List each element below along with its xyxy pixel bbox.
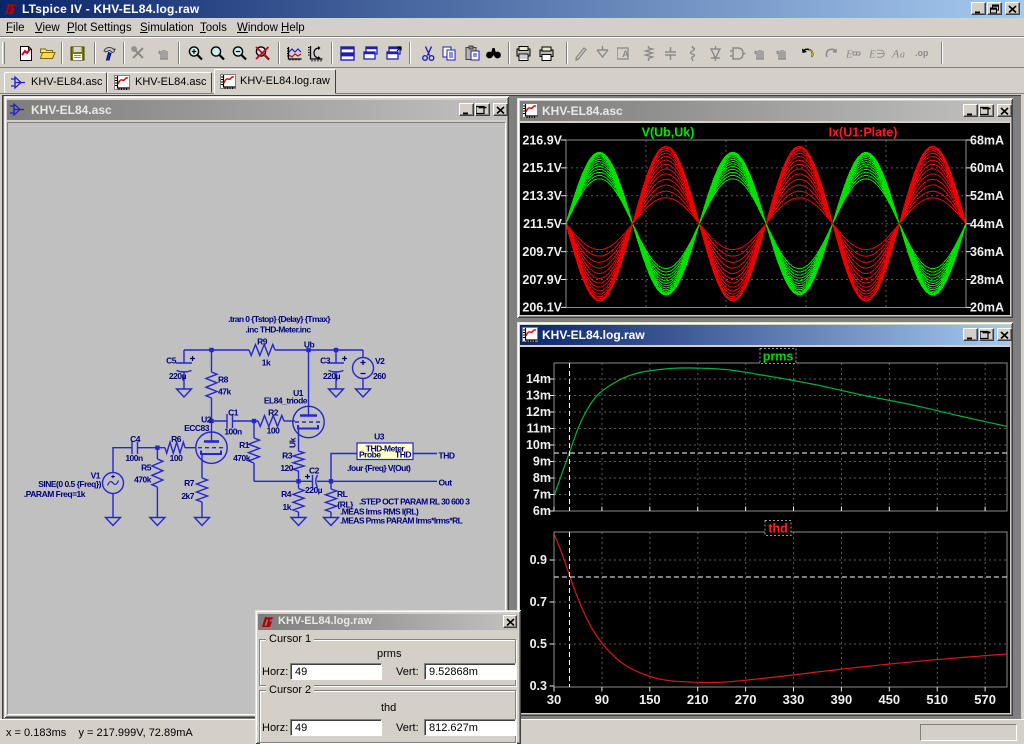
svg-text:R4: R4 xyxy=(281,489,292,499)
svg-text:a: a xyxy=(900,50,905,61)
svg-text:thd: thd xyxy=(768,522,787,536)
svg-text:90: 90 xyxy=(595,692,609,707)
svg-text:prms: prms xyxy=(763,350,794,364)
svg-text:100: 100 xyxy=(267,426,280,436)
svg-text:330: 330 xyxy=(783,692,805,707)
svg-text:215.1V: 215.1V xyxy=(522,161,562,175)
svg-text:C5: C5 xyxy=(166,356,177,366)
svg-text:30: 30 xyxy=(547,692,561,707)
svg-text:C2: C2 xyxy=(309,466,320,476)
svg-text:470k: 470k xyxy=(233,453,251,463)
svg-text:0.9: 0.9 xyxy=(530,553,547,567)
svg-text:1k: 1k xyxy=(262,358,271,368)
svg-text:C3: C3 xyxy=(320,356,331,366)
svg-text:100: 100 xyxy=(170,453,183,463)
svg-text:390: 390 xyxy=(831,692,853,707)
svg-text:.PARAM Freq=1k: .PARAM Freq=1k xyxy=(24,489,86,499)
svg-text:260: 260 xyxy=(373,371,386,381)
svg-text:213.3V: 213.3V xyxy=(522,189,562,203)
svg-text:6m: 6m xyxy=(533,504,551,518)
svg-text:.op: .op xyxy=(915,48,929,58)
svg-text:52mA: 52mA xyxy=(970,189,1004,203)
svg-text:13m: 13m xyxy=(526,389,551,403)
svg-text:209.7V: 209.7V xyxy=(522,245,562,259)
svg-text:1k: 1k xyxy=(283,502,292,512)
svg-text:150: 150 xyxy=(639,692,661,707)
svg-text:0.5: 0.5 xyxy=(530,637,547,651)
svg-text:U3: U3 xyxy=(374,432,385,442)
svg-text:470k: 470k xyxy=(134,475,152,485)
svg-text:10m: 10m xyxy=(526,438,551,452)
svg-text:R1: R1 xyxy=(239,440,250,450)
svg-text:R7: R7 xyxy=(184,478,195,488)
svg-text:210: 210 xyxy=(687,692,709,707)
svg-text:C1: C1 xyxy=(228,408,239,418)
svg-text:.STEP OCT PARAM RL 30 600 3: .STEP OCT PARAM RL 30 600 3 xyxy=(359,497,470,507)
svg-text:120: 120 xyxy=(280,463,293,473)
svg-text:THD: THD xyxy=(439,451,455,461)
svg-text:E: E xyxy=(868,49,876,61)
svg-text:207.9V: 207.9V xyxy=(522,273,562,287)
svg-text:206.1V: 206.1V xyxy=(522,301,562,315)
svg-text:V2: V2 xyxy=(375,356,385,366)
svg-text:100n: 100n xyxy=(224,427,242,437)
svg-text:Ub: Ub xyxy=(304,340,315,350)
svg-text:R2: R2 xyxy=(268,408,279,418)
svg-text:220µ: 220µ xyxy=(323,371,341,381)
svg-text:216.9V: 216.9V xyxy=(522,133,562,147)
svg-text:510: 510 xyxy=(926,692,948,707)
svg-text:14m: 14m xyxy=(526,372,551,386)
svg-text:V(Ub,Uk): V(Ub,Uk) xyxy=(642,126,695,140)
svg-text:SINE(0 0.5 {Freq}): SINE(0 0.5 {Freq}) xyxy=(38,479,101,489)
svg-text:270: 270 xyxy=(735,692,757,707)
svg-text:EL84_triode: EL84_triode xyxy=(264,396,308,406)
svg-text:11m: 11m xyxy=(527,422,551,436)
svg-text:R8: R8 xyxy=(218,375,229,385)
svg-text:7m: 7m xyxy=(533,488,551,502)
svg-text:RL: RL xyxy=(337,489,348,499)
svg-text:60mA: 60mA xyxy=(970,161,1004,175)
svg-text:THD: THD xyxy=(395,450,411,460)
svg-text:Out: Out xyxy=(439,478,453,488)
svg-text:28mA: 28mA xyxy=(970,273,1004,287)
svg-text:E: E xyxy=(845,49,853,61)
svg-text:Probe: Probe xyxy=(359,450,381,460)
svg-text:68mA: 68mA xyxy=(970,133,1004,147)
svg-text:A: A xyxy=(622,49,629,59)
svg-text:R5: R5 xyxy=(141,463,152,473)
svg-text:ECC83: ECC83 xyxy=(184,423,210,433)
svg-text:.four {Freq} V(Out): .four {Freq} V(Out) xyxy=(347,463,411,473)
svg-text:47k: 47k xyxy=(218,387,231,397)
svg-text:9m: 9m xyxy=(533,455,551,469)
svg-text:.tran 0 {Tstop} {Delay} {Tmax}: .tran 0 {Tstop} {Delay} {Tmax} xyxy=(228,314,331,324)
svg-text:100n: 100n xyxy=(125,453,143,463)
svg-text:C4: C4 xyxy=(130,434,141,444)
svg-text:20mA: 20mA xyxy=(970,301,1004,315)
svg-text:∋: ∋ xyxy=(876,49,885,61)
svg-text:.MEAS Prms PARAM Irms*Irms*RL: .MEAS Prms PARAM Irms*Irms*RL xyxy=(340,516,463,526)
svg-text:8m: 8m xyxy=(533,471,551,485)
svg-text:0.7: 0.7 xyxy=(530,595,547,609)
svg-text:12m: 12m xyxy=(526,405,551,419)
svg-text:36mA: 36mA xyxy=(970,245,1004,259)
svg-text:A: A xyxy=(891,47,900,61)
svg-text:R9: R9 xyxy=(257,337,268,347)
svg-text:450: 450 xyxy=(878,692,900,707)
svg-text:R6: R6 xyxy=(171,434,182,444)
svg-text:Uk: Uk xyxy=(288,437,298,448)
svg-text:0.3: 0.3 xyxy=(530,679,547,693)
svg-text:44mA: 44mA xyxy=(970,217,1004,231)
svg-text:220µ: 220µ xyxy=(169,371,187,381)
svg-text:2k7: 2k7 xyxy=(181,491,194,501)
svg-text:220µ: 220µ xyxy=(305,485,323,495)
svg-text:.inc THD-Meter.inc: .inc THD-Meter.inc xyxy=(245,325,311,335)
svg-text:211.5V: 211.5V xyxy=(523,217,563,231)
svg-text:Ix(U1:Plate): Ix(U1:Plate) xyxy=(829,126,898,140)
svg-text:570: 570 xyxy=(974,692,996,707)
svg-text:R3: R3 xyxy=(282,451,293,461)
